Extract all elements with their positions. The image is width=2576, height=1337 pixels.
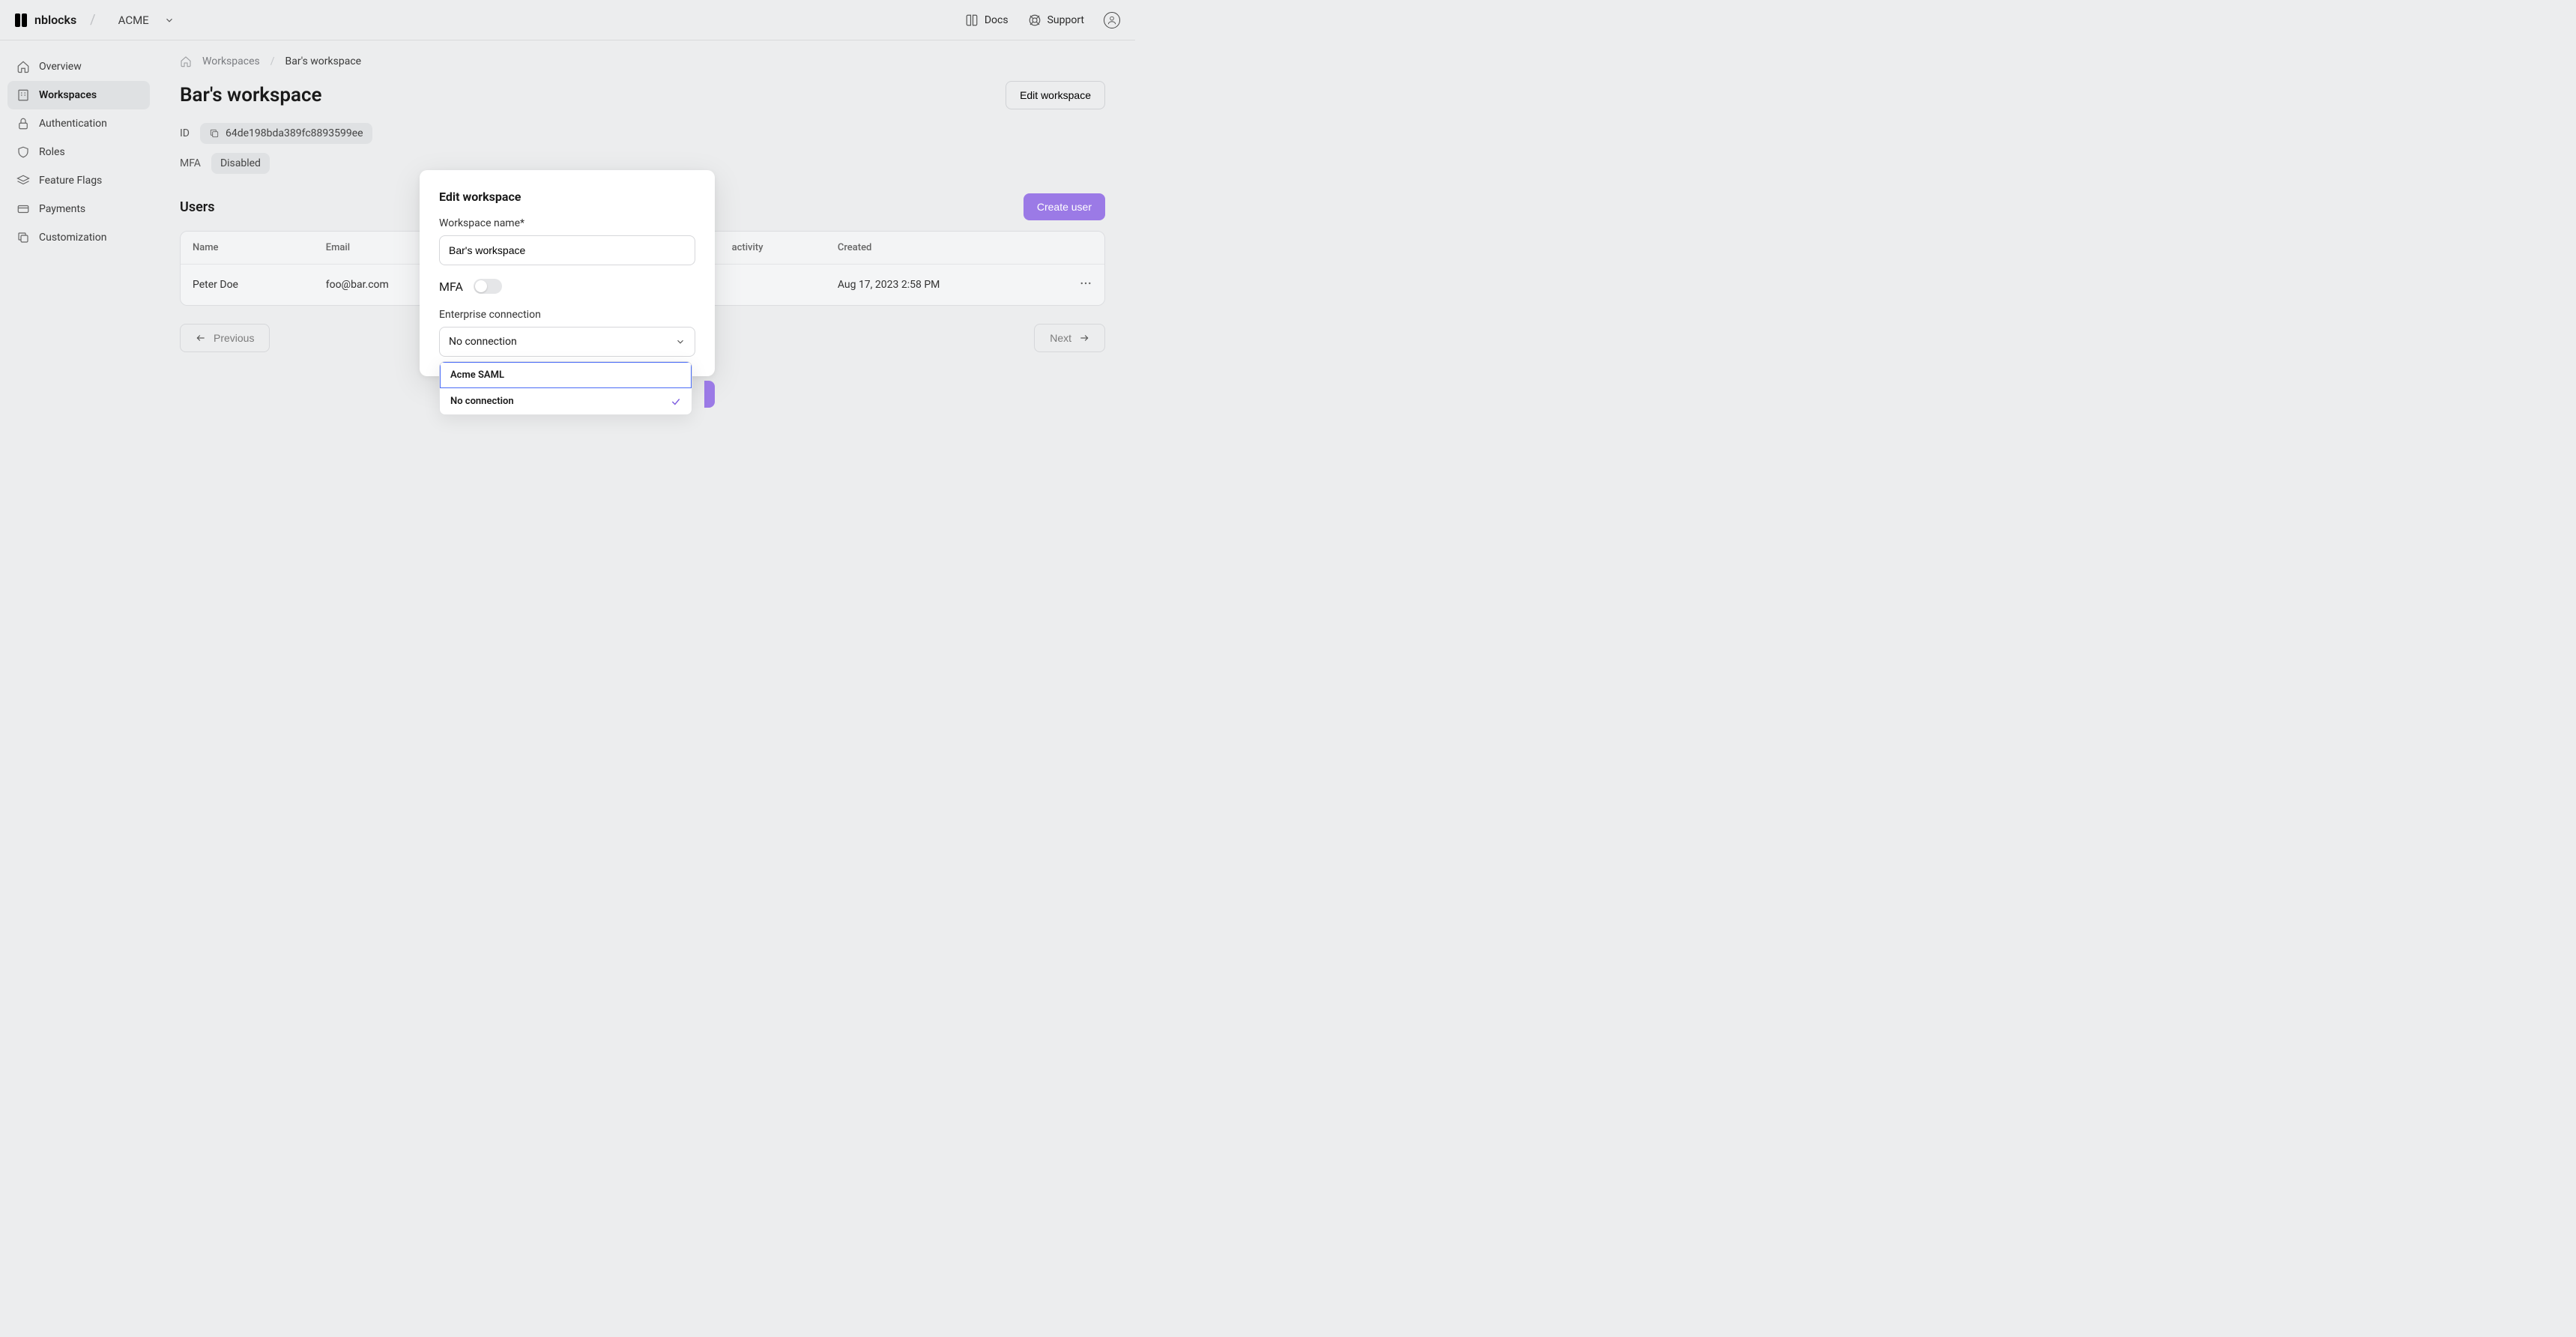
sidebar-item-label: Overview: [39, 61, 82, 73]
copy-icon: [16, 231, 30, 244]
home-icon: [180, 55, 192, 67]
mfa-toggle[interactable]: [474, 279, 502, 294]
user-avatar[interactable]: [1104, 12, 1120, 28]
sidebar-item-label: Payments: [39, 203, 85, 215]
col-name: Name: [181, 232, 314, 265]
support-label: Support: [1047, 14, 1084, 26]
crumb-root[interactable]: Workspaces: [202, 55, 260, 67]
cell-created: Aug 17, 2023 2:58 PM: [826, 265, 1067, 305]
brand-name: nblocks: [34, 13, 76, 27]
previous-button[interactable]: Previous: [180, 324, 270, 352]
modal-title: Edit workspace: [439, 190, 695, 204]
dropdown-option-no-connection[interactable]: No connection: [440, 388, 692, 414]
modal-mfa-label: MFA: [439, 280, 463, 294]
lock-icon: [16, 117, 30, 130]
cell-name: Peter Doe: [181, 265, 314, 305]
enterprise-connection-label: Enterprise connection: [439, 309, 695, 321]
sidebar-item-label: Workspaces: [39, 89, 97, 101]
more-horizontal-icon: [1079, 277, 1092, 290]
workspace-name-input[interactable]: [439, 235, 695, 265]
connection-dropdown: Acme SAML No connection: [439, 361, 692, 415]
submit-button-edge[interactable]: [704, 381, 715, 408]
page-title: Bar's workspace: [180, 84, 322, 106]
home-icon: [16, 60, 30, 73]
shield-icon: [16, 145, 30, 159]
mfa-chip: Disabled: [211, 153, 270, 174]
mfa-label: MFA: [180, 157, 201, 169]
sidebar-item-authentication[interactable]: Authentication: [7, 109, 150, 138]
chevron-down-icon: [164, 15, 175, 25]
selected-connection: No connection: [449, 336, 517, 348]
col-activity: activity: [720, 232, 826, 265]
option-label: Acme SAML: [450, 369, 504, 381]
check-icon: [671, 396, 681, 407]
arrow-left-icon: [196, 333, 206, 343]
sidebar-item-label: Customization: [39, 232, 106, 244]
edit-workspace-modal: Edit workspace Workspace name* MFA Enter…: [420, 170, 715, 376]
docs-label: Docs: [985, 14, 1009, 26]
sidebar-item-feature-flags[interactable]: Feature Flags: [7, 166, 150, 195]
support-link[interactable]: Support: [1028, 13, 1084, 27]
breadcrumb: Workspaces / Bar's workspace: [180, 55, 1105, 67]
app-header: nblocks / ACME Docs Support: [0, 0, 1135, 40]
create-user-button[interactable]: Create user: [1024, 193, 1105, 220]
copy-icon: [209, 128, 220, 139]
col-created: Created: [826, 232, 1067, 265]
sidebar-item-label: Feature Flags: [39, 175, 102, 187]
book-icon: [965, 13, 979, 27]
id-chip[interactable]: 64de198bda389fc8893599ee: [200, 123, 372, 144]
crumb-sep: /: [270, 55, 275, 67]
chevron-down-icon: [675, 336, 686, 347]
sidebar-item-label: Roles: [39, 146, 65, 158]
dropdown-option-acme-saml[interactable]: Acme SAML: [440, 362, 692, 388]
sidebar-item-roles[interactable]: Roles: [7, 138, 150, 166]
building-icon: [16, 88, 30, 102]
user-icon: [1107, 15, 1117, 25]
sidebar: Overview Workspaces Authentication Roles…: [0, 40, 157, 264]
sidebar-item-payments[interactable]: Payments: [7, 195, 150, 223]
card-icon: [16, 202, 30, 216]
next-label: Next: [1050, 332, 1071, 344]
option-label: No connection: [450, 396, 514, 407]
id-label: ID: [180, 127, 190, 139]
id-value: 64de198bda389fc8893599ee: [226, 127, 363, 139]
cell-activity: [720, 265, 826, 305]
crumb-current: Bar's workspace: [285, 55, 362, 67]
enterprise-connection-select[interactable]: No connection: [439, 327, 695, 357]
brand[interactable]: nblocks: [15, 13, 76, 27]
edit-workspace-button[interactable]: Edit workspace: [1006, 81, 1105, 109]
lifebuoy-icon: [1028, 13, 1041, 27]
workspace-name-label: Workspace name*: [439, 217, 695, 229]
prev-label: Previous: [214, 332, 254, 344]
arrow-right-icon: [1079, 333, 1089, 343]
sidebar-item-workspaces[interactable]: Workspaces: [7, 81, 150, 109]
users-heading: Users: [180, 199, 215, 215]
sidebar-item-label: Authentication: [39, 118, 107, 130]
sidebar-item-overview[interactable]: Overview: [7, 52, 150, 81]
docs-link[interactable]: Docs: [965, 13, 1009, 27]
next-button[interactable]: Next: [1034, 324, 1105, 352]
logo-icon: [15, 13, 28, 27]
org-name: ACME: [118, 13, 149, 27]
row-actions-button[interactable]: [1067, 265, 1104, 305]
org-selector[interactable]: ACME: [109, 9, 184, 31]
layers-icon: [16, 174, 30, 187]
divider: /: [90, 12, 95, 28]
mfa-value: Disabled: [220, 157, 261, 169]
sidebar-item-customization[interactable]: Customization: [7, 223, 150, 252]
